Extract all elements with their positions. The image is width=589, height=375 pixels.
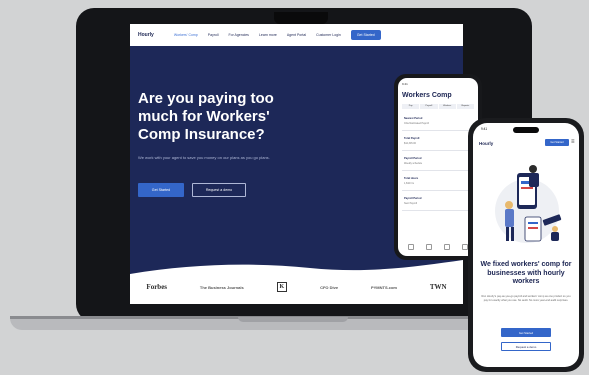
chart-icon[interactable] [444, 244, 450, 250]
twn-logo: TWN [429, 283, 447, 291]
phone-small-screen: 9:41 Workers Comp Pay Payroll Workers Re… [398, 78, 478, 256]
hourly-logo[interactable]: Hourly [479, 141, 493, 146]
tab-workers[interactable]: Workers [438, 104, 456, 109]
row-value: Weekly schedule [404, 162, 423, 165]
row-value: $12,345.00 [404, 142, 416, 145]
hero-wave [130, 260, 463, 280]
nav-item-workers-comp[interactable]: Workers' Comp [174, 33, 198, 37]
nav-item-payroll[interactable]: Payroll [208, 33, 219, 37]
dynamic-island [513, 127, 539, 133]
row-label: Total Hours [404, 177, 419, 180]
list-item[interactable]: Total Payroll $12,345.00 [402, 134, 474, 151]
menu-icon[interactable]: ≡ [571, 139, 575, 146]
home-icon[interactable] [408, 244, 414, 250]
phone-get-started-button[interactable]: Get Started [545, 139, 569, 146]
cfo-dive-logo: CFO Dive [320, 284, 339, 290]
row-value: Chief Estimated Payroll [404, 122, 429, 125]
hero-headline: Are you paying too much for Workers' Com… [138, 90, 274, 143]
hero-subtext: We work with your agent to save you mone… [138, 155, 270, 160]
people-icon[interactable] [426, 244, 432, 250]
phone-subtext: Run Hourly's pay-as-you-go payroll and w… [481, 295, 571, 302]
status-time: 9:41 [402, 82, 408, 86]
bottom-tab-bar [402, 242, 474, 252]
camera-notch [274, 12, 328, 24]
status-time: 9:41 [481, 127, 488, 131]
forbes-logo: Forbes [146, 283, 168, 291]
top-nav: Hourly Workers' Comp Payroll For Agencie… [130, 24, 463, 46]
phone-request-demo-button[interactable]: Request a demo [501, 342, 551, 351]
row-label: Total Payroll [404, 137, 420, 140]
list-item[interactable]: Nearest Period Chief Estimated Payroll [402, 114, 474, 131]
press-logos: Forbes The Business Journals K CFO Dive … [130, 278, 463, 296]
phone-large-screen: 9:41 Hourly Get Started ≡ We fixed worke… [473, 123, 579, 367]
row-label: Nearest Period [404, 117, 423, 120]
row-label: Payroll Period [404, 197, 422, 200]
k-logo: K [276, 282, 288, 292]
hero-request-demo-button[interactable]: Request a demo [192, 183, 246, 197]
laptop-hinge-notch [238, 317, 348, 322]
tab-pay[interactable]: Pay [402, 104, 420, 109]
worker-illustration [495, 165, 562, 243]
row-label: Payroll Period [404, 157, 422, 160]
hourly-logo[interactable]: Hourly [138, 32, 154, 38]
tab-payroll[interactable]: Payroll [420, 104, 438, 109]
list-item[interactable]: Total Hours 1,842 hrs [402, 174, 474, 191]
phone-small-title: Workers Comp [402, 92, 452, 99]
phone-headline: We fixed workers' comp for businesses wi… [480, 261, 572, 285]
nav-item-for-agencies[interactable]: For Agencies [229, 33, 249, 37]
tab-reports[interactable]: Reports [456, 104, 474, 109]
list-item[interactable]: Payroll Period Weekly schedule [402, 154, 474, 171]
nav-get-started-button[interactable]: Get Started [350, 30, 381, 40]
nav-item-agent-portal[interactable]: Agent Portal [287, 33, 306, 37]
pymnts-logo: PYMNTS.com [370, 284, 397, 290]
phone-small-tabs: Pay Payroll Workers Reports [402, 104, 474, 109]
list-item[interactable]: Payroll Period Next Payroll [402, 194, 474, 211]
nav-item-customer-login[interactable]: Customer Login [316, 33, 341, 37]
row-value: 1,842 hrs [404, 182, 414, 185]
phone-primary-button[interactable]: Get Started [501, 328, 551, 337]
hero-get-started-button[interactable]: Get Started [138, 183, 184, 197]
nav-item-learn-more[interactable]: Learn more [259, 33, 277, 37]
row-value: Next Payroll [404, 202, 417, 205]
business-journals-logo: The Business Journals [199, 284, 244, 290]
